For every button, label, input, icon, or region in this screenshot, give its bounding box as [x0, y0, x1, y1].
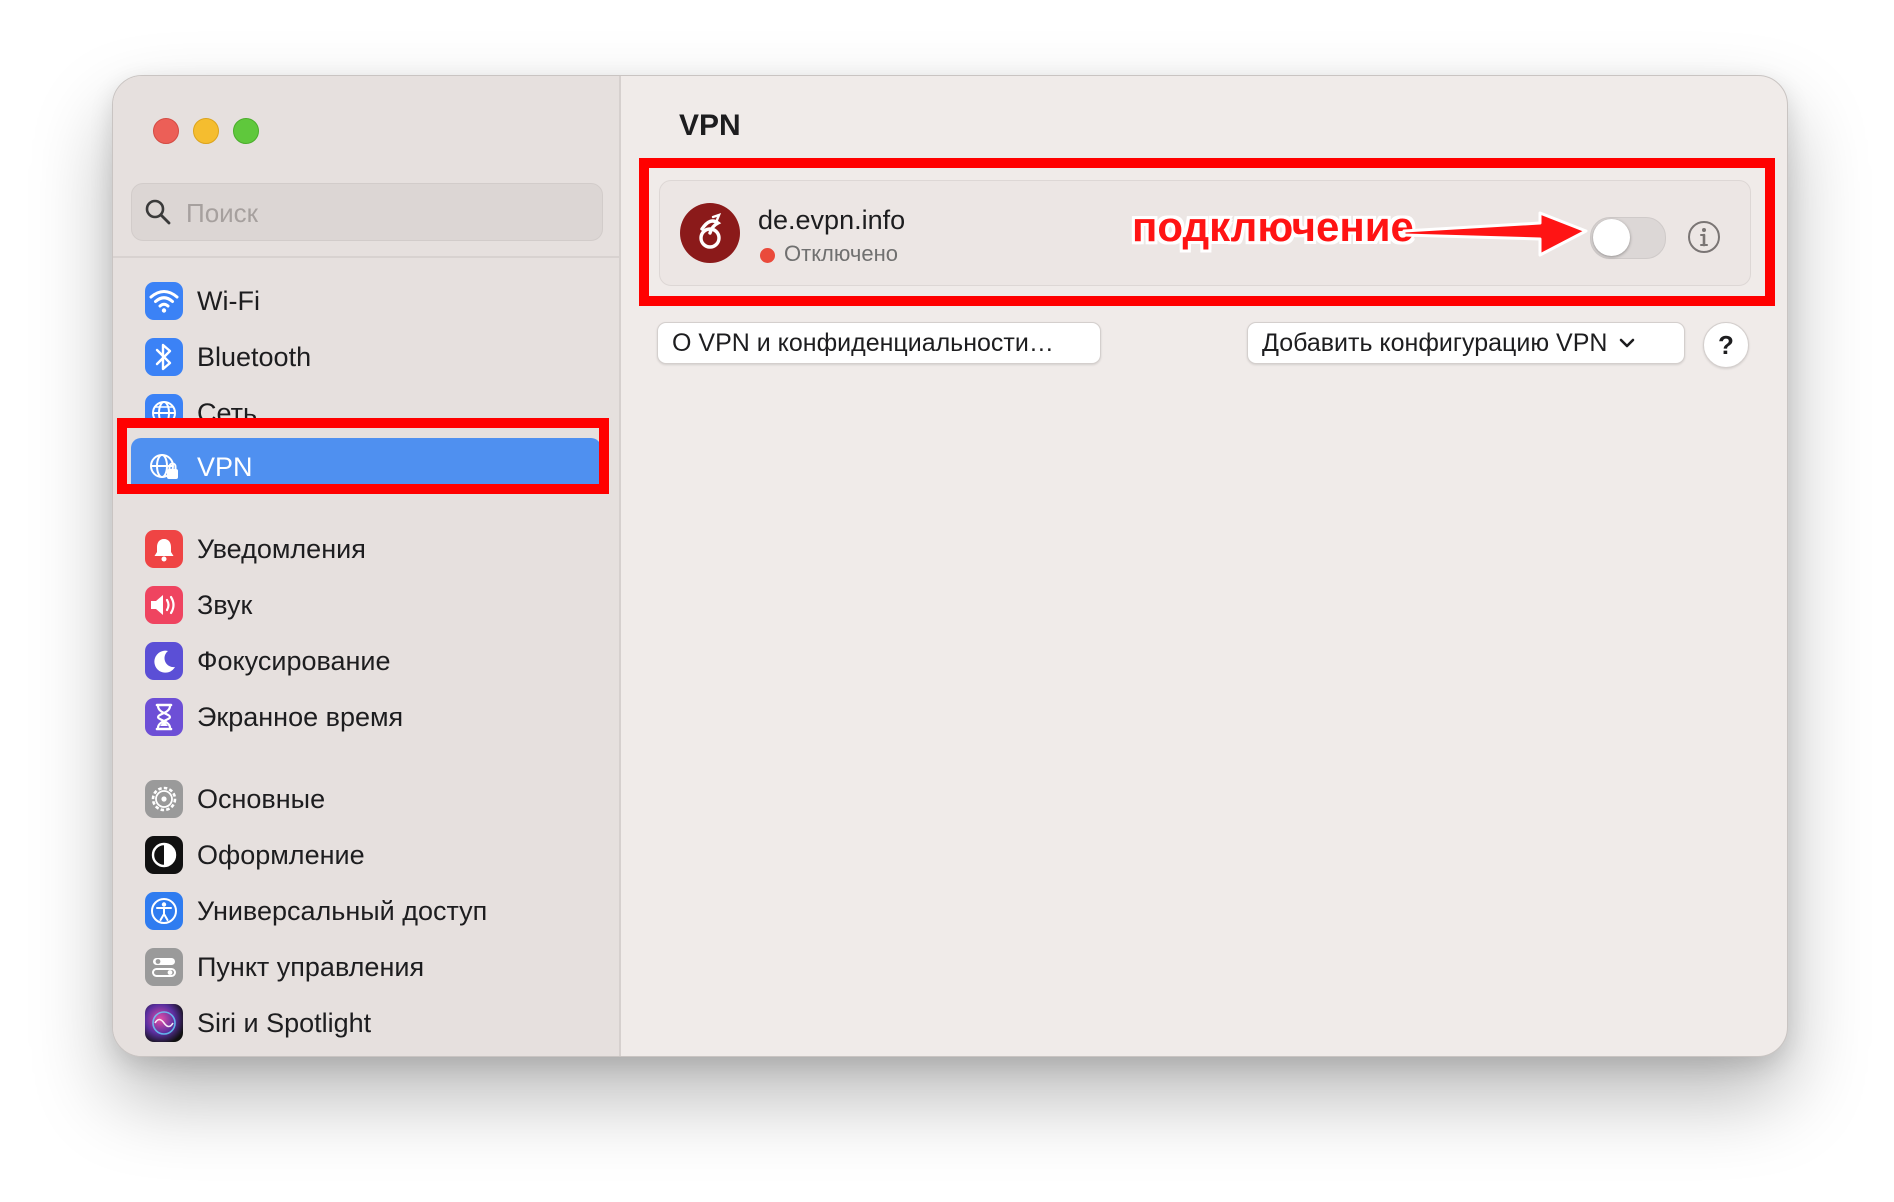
add-vpn-config-button[interactable]: Добавить конфигурацию VPN — [1247, 322, 1685, 364]
bluetooth-icon — [145, 338, 183, 376]
sidebar-item-sound[interactable]: Звук — [131, 576, 601, 632]
sidebar-item-bluetooth[interactable]: Bluetooth — [131, 328, 601, 384]
sidebar-item-label: Пункт управления — [197, 952, 425, 982]
search-input[interactable] — [184, 194, 588, 232]
sidebar-divider — [113, 256, 619, 258]
sidebar-item-accessibility[interactable]: Универсальный доступ — [131, 882, 601, 938]
sidebar-item-label: Универсальный доступ — [197, 896, 488, 926]
sidebar-item-wifi[interactable]: Wi-Fi — [131, 272, 601, 328]
sidebar-item-label: Siri и Spotlight — [197, 1008, 372, 1038]
vpn-privacy-button-label: О VPN и конфиденциальности… — [672, 328, 1054, 357]
appearance-icon — [145, 836, 183, 874]
search-icon — [145, 199, 171, 225]
vpn-privacy-button[interactable]: О VPN и конфиденциальности… — [657, 322, 1101, 364]
sidebar-item-label: Оформление — [197, 840, 365, 870]
annotation-label: подключение — [1132, 203, 1414, 250]
sidebar-item-label: Уведомления — [197, 534, 366, 564]
sidebar-item-label: Звук — [197, 590, 253, 620]
info-icon[interactable] — [1686, 219, 1722, 255]
close-window-button[interactable] — [153, 118, 179, 144]
annotation-arrow-icon — [1402, 211, 1588, 257]
minimize-window-button[interactable] — [193, 118, 219, 144]
sidebar-item-general[interactable]: Основные — [131, 770, 601, 826]
vpn-connect-toggle[interactable] — [1590, 217, 1666, 259]
moon-icon — [145, 642, 183, 680]
system-settings-window: Wi-Fi Bluetooth Сеть — [112, 75, 1788, 1057]
sidebar-item-label: Wi-Fi — [197, 286, 260, 316]
sidebar-item-siri-spotlight[interactable]: Siri и Spotlight — [131, 994, 601, 1050]
sidebar-item-screen-time[interactable]: Экранное время — [131, 688, 601, 744]
control-center-icon — [145, 948, 183, 986]
siri-icon — [145, 1004, 183, 1042]
page-title: VPN — [679, 109, 741, 142]
add-vpn-config-button-label: Добавить конфигурацию VPN — [1262, 328, 1608, 357]
toggle-knob — [1593, 219, 1630, 256]
vpn-name: de.evpn.info — [758, 205, 906, 235]
speaker-icon — [145, 586, 183, 624]
sidebar-item-label: Сеть — [197, 398, 258, 424]
accessibility-icon — [145, 892, 183, 930]
gear-icon — [145, 780, 183, 818]
search-field[interactable] — [131, 183, 603, 241]
sidebar: Wi-Fi Bluetooth Сеть — [113, 76, 621, 1056]
help-button-label: ? — [1718, 329, 1734, 360]
sidebar-item-vpn[interactable]: VPN — [131, 438, 601, 494]
sidebar-item-label: Основные — [197, 784, 326, 814]
sidebar-item-label: Bluetooth — [197, 342, 312, 372]
wifi-icon — [145, 282, 183, 320]
help-button[interactable]: ? — [1703, 322, 1749, 368]
sidebar-item-notifications[interactable]: Уведомления — [131, 520, 601, 576]
status-indicator-dot — [760, 248, 775, 263]
sidebar-item-label: Фокусирование — [197, 646, 391, 676]
wireguard-logo-icon — [680, 203, 740, 263]
sidebar-item-appearance[interactable]: Оформление — [131, 826, 601, 882]
bell-icon — [145, 530, 183, 568]
sidebar-item-focus[interactable]: Фокусирование — [131, 632, 601, 688]
vpn-connection-row: de.evpn.info Отключено подключение — [659, 180, 1751, 286]
sidebar-item-label: Экранное время — [197, 702, 404, 732]
vpn-globe-icon — [145, 448, 183, 486]
sidebar-item-label: VPN — [197, 452, 253, 482]
sidebar-item-control-center[interactable]: Пункт управления — [131, 938, 601, 994]
hourglass-icon — [145, 698, 183, 736]
zoom-window-button[interactable] — [233, 118, 259, 144]
chevron-down-icon — [1620, 338, 1635, 348]
globe-icon — [145, 394, 183, 424]
vpn-status: Отключено — [784, 241, 898, 266]
sidebar-item-network[interactable]: Сеть — [131, 384, 601, 424]
